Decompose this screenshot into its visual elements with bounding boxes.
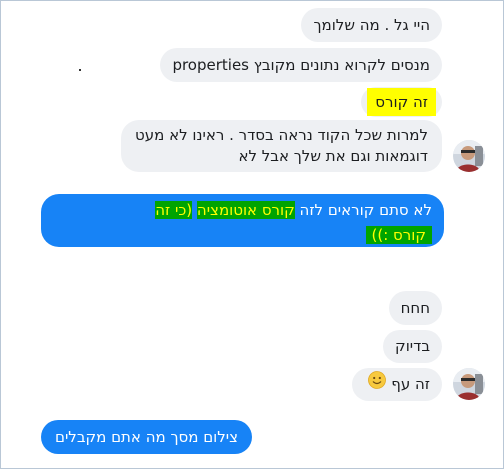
message-text: חחח [400,299,430,317]
highlighted-text: קורס :)) [365,226,432,244]
stray-dot [79,69,81,71]
message-text-line-1: לא סתם קוראים לזה קורס אוטומציה (כי זה [53,200,432,221]
message-text-line-2: דוגמאות וגם את שלך אבל לא [238,147,428,165]
message-text: צילום מסך מה אתם מקבלים [55,428,239,446]
message-thread: היי גל . מה שלומך מנסים לקרוא נתונים מקו… [1,1,504,469]
message-incoming-greeting[interactable]: היי גל . מה שלומך [301,8,442,42]
sender-avatar[interactable] [453,140,485,172]
highlighted-text: קורס אוטומציה [196,201,295,219]
message-incoming-exactly[interactable]: בדיוק [383,330,442,363]
message-text-line-2: קורס :)) [53,225,432,246]
message-incoming-code-looks-fine[interactable]: למרות שכל הקוד נראה בסדר . ראינו לא מעט … [121,120,442,172]
message-incoming-laugh[interactable]: חחח [388,291,442,325]
sender-avatar[interactable] [453,368,485,400]
message-incoming-properties[interactable]: מנסים לקרוא נתונים מקובץ properties [160,48,442,82]
user-avatar-icon [453,140,485,172]
smiley-emoji-icon [368,368,387,401]
user-avatar-icon [453,368,485,400]
message-text: מנסים לקרוא נתונים מקובץ properties [172,56,430,74]
message-incoming-course[interactable]: זה קורס [361,87,442,117]
message-outgoing-automation-course[interactable]: לא סתם קוראים לזה קורס אוטומציה (כי זה ק… [41,194,444,247]
message-text: בדיוק [395,337,430,355]
message-outgoing-screenshot-request[interactable]: צילום מסך מה אתם מקבלים [41,420,253,454]
highlighted-text: (כי זה [155,201,193,219]
message-incoming-flies[interactable]: זה עף [352,368,442,401]
highlighted-text: זה קורס [367,88,436,116]
message-text: היי גל . מה שלומך [313,16,430,34]
plain-text: לא סתם קוראים לזה [294,201,432,219]
message-text: זה עף [391,375,430,393]
message-text-line-1: למרות שכל הקוד נראה בסדר . ראינו לא מעט [135,126,428,144]
chat-window: היי גל . מה שלומך מנסים לקרוא נתונים מקו… [0,0,504,469]
